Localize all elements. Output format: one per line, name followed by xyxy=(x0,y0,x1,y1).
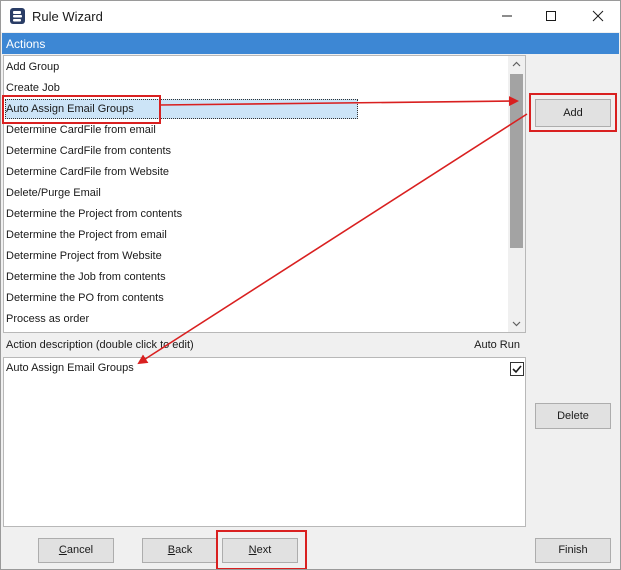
add-button[interactable]: Add xyxy=(535,99,611,127)
list-item[interactable]: Determine the Job from contents xyxy=(5,267,166,287)
rule-wizard-window: Rule Wizard Actions Add Group Create Job… xyxy=(0,0,621,570)
close-button[interactable] xyxy=(576,1,620,32)
scroll-up-button[interactable] xyxy=(508,56,525,73)
maximize-icon xyxy=(546,11,556,21)
actions-list[interactable]: Add Group Create Job Auto Assign Email G… xyxy=(3,55,526,333)
chevron-up-icon xyxy=(512,61,521,67)
checkmark-icon xyxy=(512,365,522,374)
list-item[interactable]: Process as order xyxy=(5,309,89,329)
list-item[interactable]: Determine the PO from contents xyxy=(5,288,164,308)
back-button[interactable]: Back xyxy=(142,538,218,563)
actions-scrollbar[interactable] xyxy=(508,56,525,332)
app-logo-icon xyxy=(10,8,25,24)
actions-header: Actions xyxy=(2,33,619,54)
minimize-button[interactable] xyxy=(485,1,529,32)
list-item[interactable]: Determine CardFile from Website xyxy=(5,162,169,182)
minimize-icon xyxy=(502,15,512,17)
cancel-button-label: Cancel xyxy=(58,544,94,556)
close-icon xyxy=(592,10,604,22)
list-item[interactable]: Determine the Project from email xyxy=(5,225,167,245)
delete-button[interactable]: Delete xyxy=(535,403,611,429)
list-item[interactable]: Determine Project from Website xyxy=(5,246,162,266)
list-item[interactable]: Add Group xyxy=(5,57,59,77)
maximize-button[interactable] xyxy=(529,1,573,32)
list-item[interactable]: Determine CardFile from email xyxy=(5,120,156,140)
window-title: Rule Wizard xyxy=(32,9,103,24)
auto-run-label: Auto Run xyxy=(474,339,520,351)
next-button-label: Next xyxy=(248,544,272,556)
list-item-selected[interactable]: Auto Assign Email Groups xyxy=(5,99,358,119)
delete-button-label: Delete xyxy=(557,410,589,422)
scroll-down-button[interactable] xyxy=(508,315,525,332)
scroll-thumb[interactable] xyxy=(510,74,523,248)
list-item[interactable]: Delete/Purge Email xyxy=(5,183,101,203)
list-item[interactable]: Determine the Project from contents xyxy=(5,204,182,224)
actions-header-label: Actions xyxy=(6,37,46,51)
list-item[interactable]: Create Job xyxy=(5,78,60,98)
next-button[interactable]: Next xyxy=(222,538,298,563)
auto-run-checkbox[interactable] xyxy=(510,362,524,376)
description-label: Action description (double click to edit… xyxy=(6,339,194,351)
finish-button[interactable]: Finish xyxy=(535,538,611,563)
title-bar: Rule Wizard xyxy=(1,1,620,32)
cancel-button[interactable]: Cancel xyxy=(38,538,114,563)
action-description-list[interactable]: Auto Assign Email Groups xyxy=(3,357,526,527)
add-button-label: Add xyxy=(563,107,583,119)
finish-button-label: Finish xyxy=(558,544,588,556)
chevron-down-icon xyxy=(512,321,521,327)
back-button-label: Back xyxy=(167,544,193,556)
list-item[interactable]: Determine CardFile from contents xyxy=(5,141,171,161)
description-entry[interactable]: Auto Assign Email Groups xyxy=(6,362,134,374)
